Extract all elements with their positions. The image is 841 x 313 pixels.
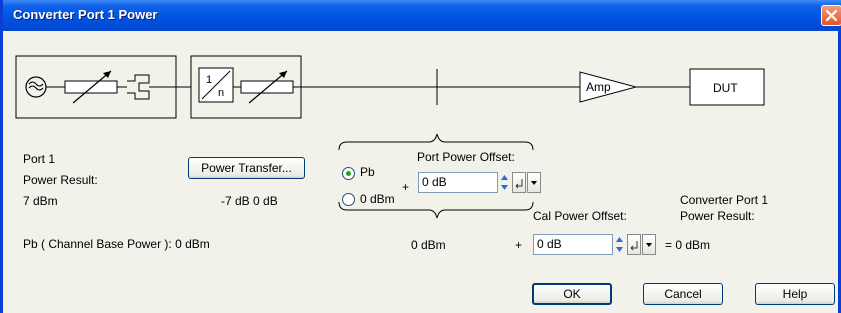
help-button[interactable]: Help [755, 283, 835, 305]
port-power-offset-label: Port Power Offset: [417, 150, 515, 164]
converter-result-label-line1: Converter Port 1 [680, 193, 769, 207]
power-result-value: 7 dBm [23, 194, 58, 208]
close-button[interactable] [821, 5, 841, 26]
cal-enter-button[interactable] [627, 234, 641, 255]
enter-icon [515, 179, 523, 189]
dut-label: DUT [713, 81, 738, 95]
converter-result-label-line2: Power Result: [680, 209, 755, 223]
attenuator-icon [64, 70, 118, 104]
port-label: Port 1 [23, 152, 56, 166]
port-power-offset-input[interactable]: 0 dB [418, 172, 498, 193]
port-plus-sign: + [402, 180, 410, 194]
close-icon [825, 9, 838, 22]
power-transfer-button[interactable]: Power Transfer... [188, 157, 305, 179]
divider-numerator: 1 [206, 74, 212, 86]
divider-icon: 1 n [198, 67, 234, 103]
enter-icon [630, 241, 638, 251]
port-dropdown-button[interactable] [527, 172, 541, 193]
spin-icon[interactable] [613, 234, 626, 255]
cancel-button[interactable]: Cancel [643, 283, 723, 305]
amplifier-icon: Amp [579, 71, 638, 103]
divider-denominator: n [218, 87, 224, 99]
power-result-label: Power Result: [23, 173, 98, 187]
attenuator-icon [240, 70, 294, 104]
amp-label: Amp [586, 80, 611, 94]
dropdown-arrow-icon [531, 181, 537, 185]
port-enter-button[interactable] [512, 172, 526, 193]
spin-icon[interactable] [498, 172, 511, 193]
radio-pb-label: Pb [360, 165, 375, 179]
signal-path-diagram: 1 n Amp DUT [15, 55, 765, 119]
signal-source-icon [25, 76, 47, 98]
cal-plus-sign: + [515, 238, 523, 252]
converter-power-result-value: = 0 dBm [665, 238, 711, 252]
dropdown-arrow-icon [646, 243, 652, 247]
cal-power-offset-label: Cal Power Offset: [533, 209, 627, 223]
channel-base-power: Pb ( Channel Base Power ): 0 dBm [23, 237, 210, 251]
switch-icon [127, 74, 150, 100]
cal-power-offset-input[interactable]: 0 dB [533, 234, 613, 255]
cal-base-value: 0 dBm [411, 238, 446, 252]
cal-dropdown-button[interactable] [642, 234, 656, 255]
window-title: Converter Port 1 Power [13, 7, 158, 22]
ok-button[interactable]: OK [532, 283, 612, 305]
radio-pb[interactable] [342, 167, 355, 180]
radio-0dbm-label: 0 dBm [360, 192, 395, 206]
transfer-values: -7 dB 0 dB [221, 194, 278, 208]
radio-0dbm[interactable] [342, 193, 355, 206]
dialog-window: Converter Port 1 Power 1 n Amp DUT Port … [0, 0, 841, 313]
title-bar[interactable]: Converter Port 1 Power [3, 0, 841, 31]
